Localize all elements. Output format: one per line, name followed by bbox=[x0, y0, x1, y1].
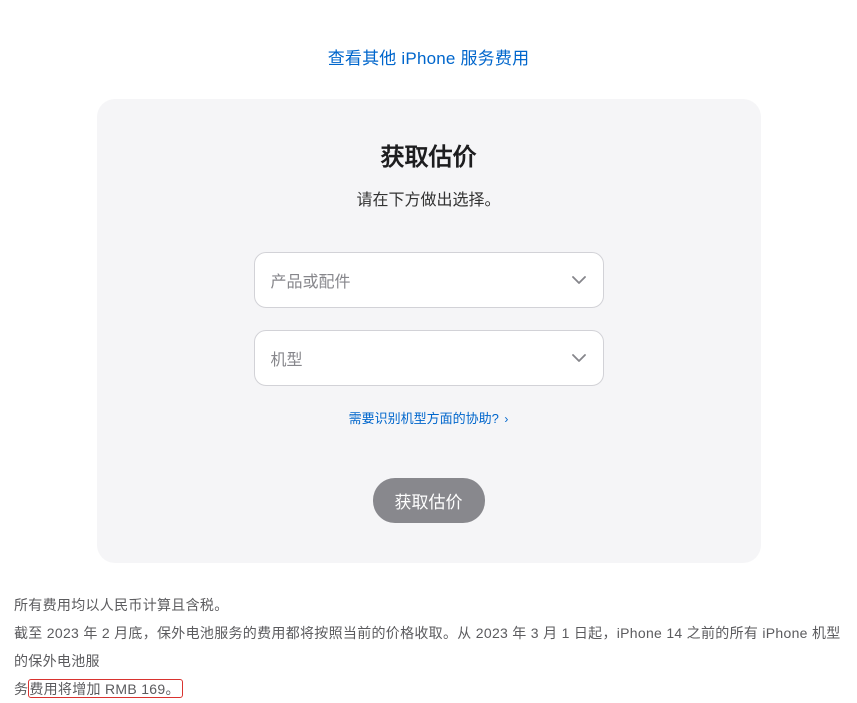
help-link-text: 需要识别机型方面的协助? bbox=[349, 411, 499, 426]
product-select[interactable]: 产品或配件 bbox=[254, 252, 604, 308]
model-select[interactable]: 机型 bbox=[254, 330, 604, 386]
footer-line-1: 所有费用均以人民币计算且含税。 bbox=[14, 591, 843, 619]
get-estimate-button[interactable]: 获取估价 bbox=[373, 478, 485, 523]
card-title: 获取估价 bbox=[127, 137, 731, 172]
footer-line-2: 截至 2023 年 2 月底，保外电池服务的费用都将按照当前的价格收取。从 20… bbox=[14, 619, 843, 703]
model-select-wrapper: 机型 bbox=[254, 330, 604, 386]
estimate-card: 获取估价 请在下方做出选择。 产品或配件 机型 需要识别机型方面的协助? › 获… bbox=[97, 99, 761, 563]
identify-model-help-link[interactable]: 需要识别机型方面的协助? › bbox=[349, 411, 509, 426]
product-select-wrapper: 产品或配件 bbox=[254, 252, 604, 308]
footer-text: 所有费用均以人民币计算且含税。 截至 2023 年 2 月底，保外电池服务的费用… bbox=[12, 591, 845, 703]
card-subtitle: 请在下方做出选择。 bbox=[127, 186, 731, 210]
top-link-row: 查看其他 iPhone 服务费用 bbox=[12, 0, 845, 99]
other-service-fee-link[interactable]: 查看其他 iPhone 服务费用 bbox=[328, 49, 530, 68]
help-link-row: 需要识别机型方面的协助? › bbox=[127, 408, 731, 428]
chevron-right-icon: › bbox=[504, 412, 508, 426]
price-increase-highlight: 费用将增加 RMB 169。 bbox=[28, 679, 182, 698]
